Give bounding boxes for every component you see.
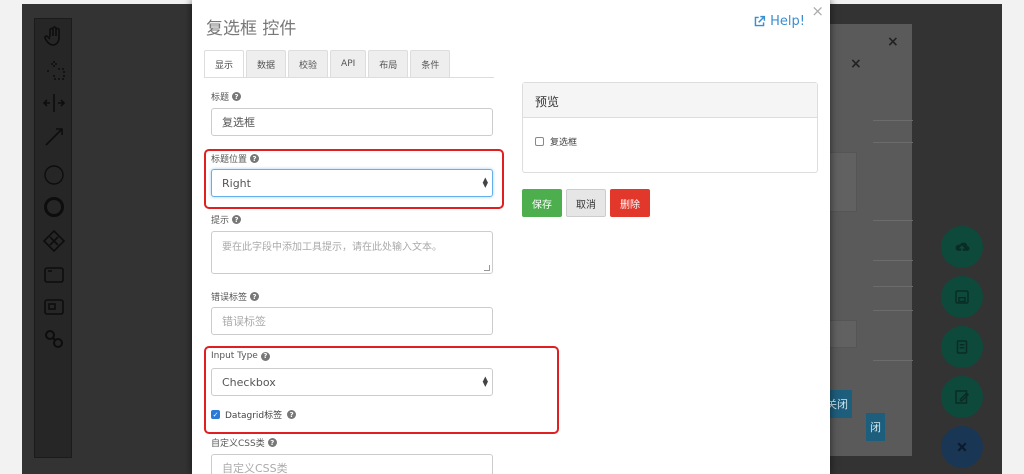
tab-validation[interactable]: 校验 xyxy=(288,50,329,77)
error-label-field-label: 错误标签 ? xyxy=(211,290,260,303)
title-label-text: 标题 xyxy=(211,93,230,103)
gateway-icon[interactable] xyxy=(42,229,66,253)
component-tabs: 显示 数据 校验 API 布局 条件 xyxy=(204,50,452,77)
task-icon[interactable] xyxy=(42,263,66,287)
tab-display[interactable]: 显示 xyxy=(204,50,245,77)
save-button[interactable]: 保存 xyxy=(522,189,562,217)
title-input[interactable]: 复选框 xyxy=(211,108,493,136)
cloud-upload-button[interactable] xyxy=(941,226,983,268)
floppy-icon xyxy=(955,290,969,304)
link-icon[interactable] xyxy=(42,327,66,351)
help-question-icon[interactable]: ? xyxy=(232,215,242,224)
error-label-label-text: 错误标签 xyxy=(211,293,248,303)
close-icon xyxy=(957,442,967,452)
help-question-icon[interactable]: ? xyxy=(250,292,260,301)
highlight-input-type xyxy=(204,346,559,434)
highlight-title-position xyxy=(204,149,504,209)
tab-layout[interactable]: 布局 xyxy=(368,50,409,77)
checkbox-component-modal: 复选框 控件 Help! × 显示 数据 校验 API 布局 条件 标题 ? 复… xyxy=(192,0,830,474)
lasso-tool-icon[interactable] xyxy=(42,59,66,83)
close-fab-button[interactable] xyxy=(941,426,983,468)
modal-title: 复选框 控件 xyxy=(206,19,297,39)
preview-checkbox[interactable] xyxy=(535,137,544,146)
tool-palette xyxy=(34,18,72,458)
space-tool-icon[interactable] xyxy=(42,91,66,115)
preview-checkbox-label: 复选框 xyxy=(550,138,578,148)
window-frame-left xyxy=(0,0,22,474)
window-frame-right xyxy=(1002,0,1024,474)
subprocess-icon[interactable] xyxy=(42,295,66,319)
help-link[interactable]: Help! xyxy=(753,14,805,29)
tab-conditional[interactable]: 条件 xyxy=(410,50,451,77)
custom-css-field-label: 自定义CSS类 ? xyxy=(211,436,277,449)
preview-heading: 预览 xyxy=(523,83,817,118)
tooltip-placeholder: 要在此字段中添加工具提示，请在此处输入文本。 xyxy=(222,242,442,253)
clipboard-icon xyxy=(956,340,968,354)
background-dialog-close-icon[interactable]: × xyxy=(850,56,862,72)
help-question-icon[interactable]: ? xyxy=(232,92,242,101)
error-label-input[interactable]: 错误标签 xyxy=(211,307,493,335)
background-modal-close-icon[interactable]: × xyxy=(887,34,899,50)
resize-grip-icon[interactable] xyxy=(484,265,490,271)
help-question-icon[interactable]: ? xyxy=(267,438,277,447)
external-link-icon xyxy=(754,15,766,27)
cancel-button[interactable]: 取消 xyxy=(566,189,606,217)
hand-tool-icon[interactable] xyxy=(42,25,66,49)
clipboard-fab-button[interactable] xyxy=(941,326,983,368)
save-fab-button[interactable] xyxy=(941,276,983,318)
tooltip-textarea[interactable]: 要在此字段中添加工具提示，请在此处输入文本。 xyxy=(211,231,493,274)
preview-body: 复选框 xyxy=(523,118,817,165)
title-field-label: 标题 ? xyxy=(211,90,242,103)
help-label: Help! xyxy=(770,14,805,29)
modal-close-icon[interactable]: × xyxy=(811,2,824,20)
start-event-icon[interactable] xyxy=(42,163,66,187)
preview-panel: 预览 复选框 xyxy=(522,82,818,173)
cloud-upload-icon xyxy=(955,242,970,251)
end-event-icon[interactable] xyxy=(42,195,66,219)
tab-api[interactable]: API xyxy=(330,50,367,77)
custom-css-input[interactable]: 自定义CSS类 xyxy=(211,454,493,474)
tooltip-field-label: 提示 ? xyxy=(211,213,242,226)
background-close-button-2[interactable]: 闭 xyxy=(866,413,885,441)
connect-tool-icon[interactable] xyxy=(42,125,66,149)
tooltip-label-text: 提示 xyxy=(211,216,230,226)
custom-css-label-text: 自定义CSS类 xyxy=(211,439,265,449)
delete-button[interactable]: 删除 xyxy=(610,189,650,217)
tabs-divider xyxy=(204,77,494,78)
tab-data[interactable]: 数据 xyxy=(246,50,287,77)
edit-icon xyxy=(955,390,970,404)
edit-fab-button[interactable] xyxy=(941,376,983,418)
